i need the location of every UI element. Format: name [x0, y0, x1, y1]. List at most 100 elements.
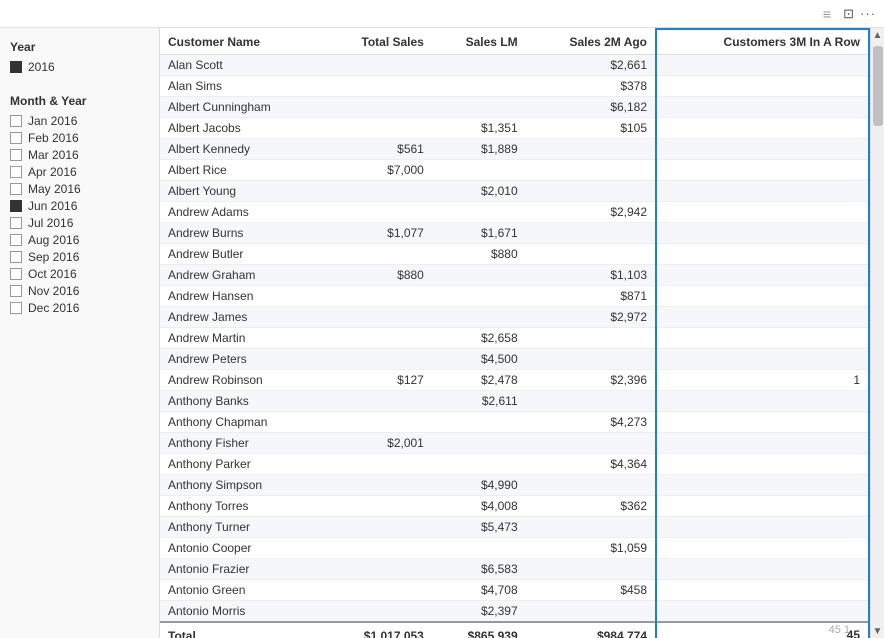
- month-item-apr[interactable]: Apr 2016: [10, 165, 149, 179]
- month-item-mar[interactable]: Mar 2016: [10, 148, 149, 162]
- main-area: Year 2016 Month & Year Jan 2016 Feb 201: [0, 28, 884, 638]
- month-label-jun: Jun 2016: [28, 199, 77, 213]
- col-header-total-sales[interactable]: Total Sales: [324, 29, 432, 55]
- month-item-jun[interactable]: Jun 2016: [10, 199, 149, 213]
- table-row: Andrew Martin$2,658: [160, 328, 869, 349]
- month-item-jul[interactable]: Jul 2016: [10, 216, 149, 230]
- table-area: Customer Name Total Sales Sales LM Sales…: [160, 28, 870, 638]
- month-item-nov[interactable]: Nov 2016: [10, 284, 149, 298]
- table-row: Antonio Cooper$1,059: [160, 538, 869, 559]
- month-item-jan[interactable]: Jan 2016: [10, 114, 149, 128]
- checkbox-mar[interactable]: [10, 149, 22, 161]
- month-item-oct[interactable]: Oct 2016: [10, 267, 149, 281]
- main-container: ≡ ⊡ ··· Year 2016 Month & Year Jan 2: [0, 0, 884, 638]
- table-row: Anthony Simpson$4,990: [160, 475, 869, 496]
- month-label-jul: Jul 2016: [28, 216, 73, 230]
- year-filter-list: 2016: [10, 60, 149, 74]
- year-item-2016[interactable]: 2016: [10, 60, 149, 74]
- table-row: Antonio Green$4,708$458: [160, 580, 869, 601]
- table-row: Anthony Parker$4,364: [160, 454, 869, 475]
- month-label-aug: Aug 2016: [28, 233, 79, 247]
- month-label-sep: Sep 2016: [28, 250, 79, 264]
- drag-handle[interactable]: ≡: [819, 2, 835, 26]
- table-row: Andrew Hansen$871: [160, 286, 869, 307]
- table-row: Andrew Peters$4,500: [160, 349, 869, 370]
- filter-panel: Year 2016 Month & Year Jan 2016 Feb 201: [0, 28, 160, 638]
- month-label-nov: Nov 2016: [28, 284, 79, 298]
- table-row: Antonio Morris$2,397: [160, 601, 869, 623]
- col-header-name[interactable]: Customer Name: [160, 29, 324, 55]
- checkbox-aug[interactable]: [10, 234, 22, 246]
- table-row: Albert Cunningham$6,182: [160, 97, 869, 118]
- footer-total-sales: $1,017,053: [324, 622, 432, 638]
- table-row: Anthony Chapman$4,273: [160, 412, 869, 433]
- table-header-row: Customer Name Total Sales Sales LM Sales…: [160, 29, 869, 55]
- checkbox-sep[interactable]: [10, 251, 22, 263]
- right-scrollbar[interactable]: ▲ ▼: [870, 28, 884, 638]
- checkbox-jan[interactable]: [10, 115, 22, 127]
- month-item-dec[interactable]: Dec 2016: [10, 301, 149, 315]
- scroll-up-arrow[interactable]: ▲: [871, 28, 884, 42]
- month-filter-list: Jan 2016 Feb 2016 Mar 2016 Apr 2016: [10, 114, 149, 315]
- expand-icon[interactable]: ⊡: [843, 6, 854, 22]
- month-label-apr: Apr 2016: [28, 165, 77, 179]
- month-item-sep[interactable]: Sep 2016: [10, 250, 149, 264]
- table-row: Andrew Adams$2,942: [160, 202, 869, 223]
- month-label-dec: Dec 2016: [28, 301, 79, 315]
- checkbox-oct[interactable]: [10, 268, 22, 280]
- month-item-may[interactable]: May 2016: [10, 182, 149, 196]
- table-row: Anthony Torres$4,008$362: [160, 496, 869, 517]
- table-row: Albert Jacobs$1,351$105: [160, 118, 869, 139]
- bottom-hint: 45 1: [829, 624, 850, 636]
- table-row: Alan Sims$378: [160, 76, 869, 97]
- more-icon[interactable]: ···: [860, 6, 876, 21]
- drag-icon: ≡: [823, 6, 831, 22]
- table-row: Anthony Banks$2,611: [160, 391, 869, 412]
- checkbox-apr[interactable]: [10, 166, 22, 178]
- checkbox-may[interactable]: [10, 183, 22, 195]
- checkbox-jun[interactable]: [10, 200, 22, 212]
- checkbox-dec[interactable]: [10, 302, 22, 314]
- table-row: Andrew James$2,972: [160, 307, 869, 328]
- year-checkbox-2016[interactable]: [10, 61, 22, 73]
- month-label-mar: Mar 2016: [28, 148, 79, 162]
- month-label-jan: Jan 2016: [28, 114, 77, 128]
- top-bar: ≡ ⊡ ···: [0, 0, 884, 28]
- table-row: Andrew Graham$880$1,103: [160, 265, 869, 286]
- table-row: Albert Young$2,010: [160, 181, 869, 202]
- month-label-may: May 2016: [28, 182, 81, 196]
- table-row: Albert Rice$7,000: [160, 160, 869, 181]
- scroll-down-arrow[interactable]: ▼: [871, 624, 884, 638]
- col-header-sales-2m[interactable]: Sales 2M Ago: [526, 29, 656, 55]
- footer-label: Total: [160, 622, 324, 638]
- checkbox-nov[interactable]: [10, 285, 22, 297]
- table-row: Albert Kennedy$561$1,889: [160, 139, 869, 160]
- month-item-feb[interactable]: Feb 2016: [10, 131, 149, 145]
- table-row: Anthony Fisher$2,001: [160, 433, 869, 454]
- year-label-2016: 2016: [28, 60, 55, 74]
- table-row: Alan Scott$2,661: [160, 55, 869, 76]
- table-row: Antonio Frazier$6,583: [160, 559, 869, 580]
- table-row: Andrew Robinson$127$2,478$2,3961: [160, 370, 869, 391]
- data-table: Customer Name Total Sales Sales LM Sales…: [160, 28, 870, 638]
- year-filter-title: Year: [10, 40, 149, 54]
- table-row: Anthony Turner$5,473: [160, 517, 869, 538]
- month-label-oct: Oct 2016: [28, 267, 77, 281]
- table-footer-row: Total $1,017,053 $865,939 $984,774 45: [160, 622, 869, 638]
- col-header-cust-3m[interactable]: Customers 3M In A Row: [656, 29, 869, 55]
- checkbox-feb[interactable]: [10, 132, 22, 144]
- month-year-section: Month & Year Jan 2016 Feb 2016 Mar 2016: [10, 94, 149, 315]
- checkbox-jul[interactable]: [10, 217, 22, 229]
- table-row: Andrew Burns$1,077$1,671: [160, 223, 869, 244]
- scroll-thumb[interactable]: [873, 46, 883, 126]
- col-header-sales-lm[interactable]: Sales LM: [432, 29, 526, 55]
- footer-sales-lm: $865,939: [432, 622, 526, 638]
- month-item-aug[interactable]: Aug 2016: [10, 233, 149, 247]
- top-bar-icons: ⊡ ···: [843, 6, 876, 22]
- table-row: Andrew Butler$880: [160, 244, 869, 265]
- table-scroll[interactable]: Customer Name Total Sales Sales LM Sales…: [160, 28, 870, 638]
- month-year-filter-title: Month & Year: [10, 94, 149, 108]
- month-label-feb: Feb 2016: [28, 131, 79, 145]
- table-body: Alan Scott$2,661Alan Sims$378Albert Cunn…: [160, 55, 869, 623]
- footer-sales-2m: $984,774: [526, 622, 656, 638]
